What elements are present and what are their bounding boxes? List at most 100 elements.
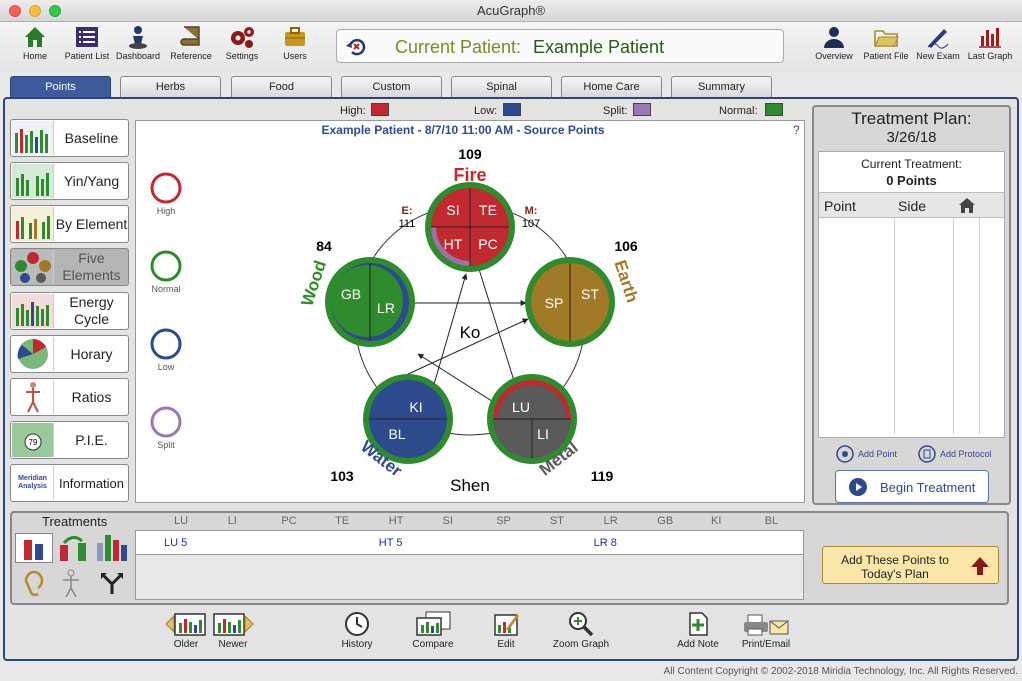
tab-home-care[interactable]: Home Care [561,76,662,97]
bar-pair-icon [24,540,43,560]
current-treatment-label: Current Treatment: [861,157,962,171]
sidebar-item-information[interactable]: Meridian Analysis Information [10,464,129,502]
printer-envelope-icon [744,614,789,636]
legend-normal-label: Normal: [719,105,758,117]
legend-low-swatch [503,103,521,116]
overview-button[interactable]: Overview [812,24,856,61]
edit-graph-icon [494,614,519,636]
tab-points[interactable]: Points [10,76,111,97]
point-gb: GB [341,286,361,302]
clock-icon [345,612,369,636]
tab-herbs[interactable]: Herbs [120,76,221,97]
protocol-icon [918,445,936,463]
patient-file-button[interactable]: Patient File [862,24,910,61]
earth-element-circle[interactable] [525,257,615,347]
ko-label: Ko [460,323,481,342]
patient-list-button[interactable]: Patient List [62,24,112,61]
tab-food[interactable]: Food [231,76,332,97]
upload-arrow-icon [971,557,989,575]
legend-circle-normal [150,250,182,282]
tab-custom[interactable]: Custom [341,76,442,97]
add-note-button[interactable]: Add Note [672,611,724,650]
selected-point[interactable]: HT 5 [379,537,403,549]
meridian-header-lr: LR [603,515,618,527]
print-email-button[interactable]: Print/Email [736,611,796,650]
meridian-header-sp: SP [496,515,511,527]
current-patient-box[interactable]: Current Patient: Example Patient [336,29,784,63]
information-thumbnail: Meridian Analysis [12,466,54,500]
ear-icon[interactable] [22,568,46,598]
split-arrows-icon[interactable] [98,570,126,596]
sidebar-item-five-elements[interactable]: Five Elements [10,248,129,286]
chart-help-icon[interactable]: ? [793,123,800,137]
newer-button[interactable]: Newer [210,611,256,650]
bar-graph-icon [979,28,1001,48]
body-icon[interactable] [58,568,84,598]
close-window-button[interactable] [9,5,21,17]
sidebar-item-by-element[interactable]: By Element [10,205,129,243]
legend-circle-split-label: Split [157,440,175,450]
sidebar-item-horary[interactable]: Horary [10,335,129,373]
meridian-header-st: ST [549,515,564,527]
sidebar-item-energy-cycle[interactable]: Energy Cycle [10,292,129,330]
point-pc: PC [478,236,497,252]
last-graph-button[interactable]: Last Graph [964,24,1016,61]
e-label: E: [402,205,413,217]
balance-arrow-icon[interactable] [56,533,90,563]
add-points-to-plan-button[interactable]: Add These Points to Today's Plan [822,546,999,584]
selected-points-row[interactable]: LU 5 HT 5 LR 8 [136,531,803,555]
selected-point[interactable]: LR 8 [594,537,617,549]
legend-circle-high [150,172,182,204]
current-patient-label: Current Patient: [395,37,522,57]
document-plus-icon [689,612,708,636]
point-li: LI [537,426,549,442]
settings-button[interactable]: Settings [221,24,263,61]
dashboard-button[interactable]: Dashboard [114,24,162,61]
selected-point[interactable]: LU 5 [164,537,187,549]
sidebar-item-baseline[interactable]: Baseline [10,119,129,157]
compare-icon [416,611,451,636]
pie-thumbnail: 79 [12,423,54,457]
legend-low-label: Low: [474,105,498,117]
treatment-plan-panel: Treatment Plan: 3/26/18 Current Treatmen… [812,105,1011,505]
target-icon [836,445,854,463]
begin-treatment-button[interactable]: Begin Treatment [835,470,989,503]
play-icon [849,478,867,496]
users-button[interactable]: Users [274,24,316,61]
history-button[interactable]: History [335,611,379,650]
older-button[interactable]: Older [160,611,212,650]
zoom-graph-button[interactable]: Zoom Graph [548,611,614,650]
minimize-window-button[interactable] [29,5,41,17]
m-label: M: [525,205,538,217]
point-st: ST [581,286,599,302]
treatment-type-graph[interactable] [15,533,53,563]
window-titlebar: AcuGraph® [0,0,1022,22]
wood-element-circle[interactable] [325,257,415,347]
tab-spinal[interactable]: Spinal [451,76,552,97]
five-elements-diagram: Example Patient - 8/7/10 11:00 AM - Sour… [150,123,800,495]
add-protocol-button[interactable]: Add Protocol [918,445,992,463]
current-treatment-count: 0 Points [886,173,937,188]
home-icon [25,27,45,47]
multi-bar-icon[interactable] [94,531,130,563]
back-arrow-icon[interactable] [345,36,367,58]
reference-button[interactable]: Reference [168,24,214,61]
window-title: AcuGraph® [476,3,546,18]
water-value: 103 [330,468,354,484]
zoom-window-button[interactable] [49,5,61,17]
tab-summary[interactable]: Summary [671,76,772,97]
compare-button[interactable]: Compare [407,611,459,650]
legend-circle-high-label: High [157,206,176,216]
meridian-headers: LU LI PC TE HT SI SP ST LR GB KI BL [136,515,804,531]
sidebar-item-yin-yang[interactable]: Yin/Yang [10,162,129,200]
fire-element-circle[interactable] [425,182,515,272]
sidebar-item-ratios[interactable]: Ratios [10,378,129,416]
legend-circle-normal-label: Normal [151,284,180,294]
sidebar-item-pie[interactable]: 79 P.I.E. [10,421,129,459]
home-button[interactable]: Home [14,24,56,61]
meridian-header-si: SI [442,515,453,527]
add-point-button[interactable]: Add Point [836,445,897,463]
new-exam-button[interactable]: New Exam [914,24,962,61]
edit-button[interactable]: Edit [488,611,524,650]
meridian-header-te: TE [335,515,350,527]
